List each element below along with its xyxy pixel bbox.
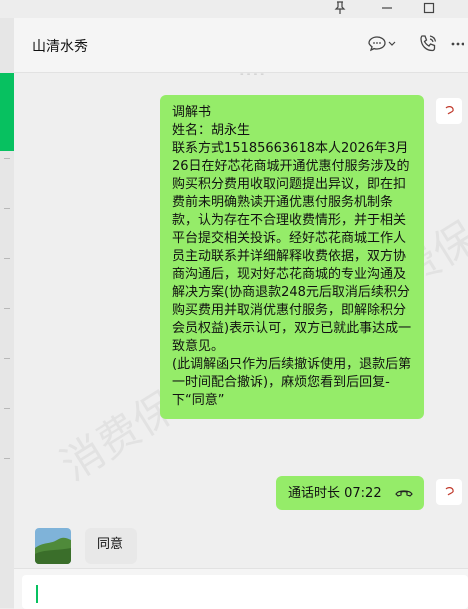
reply-text: 同意 bbox=[97, 537, 124, 552]
call-duration-label: 通话时长 07:22 bbox=[288, 486, 382, 501]
avatar[interactable] bbox=[436, 479, 462, 505]
avatar[interactable] bbox=[436, 98, 462, 124]
divider bbox=[4, 208, 10, 209]
maximize-icon[interactable] bbox=[423, 1, 435, 18]
divider bbox=[4, 258, 10, 259]
document-body: 联系方式15185663618本人2026年3月26日在好芯花商城开通优惠付服务… bbox=[172, 141, 412, 354]
chat-bubble-icon[interactable] bbox=[368, 34, 396, 58]
composer bbox=[14, 568, 468, 609]
more-icon[interactable] bbox=[450, 34, 465, 58]
document-name-line: 姓名：胡永生 bbox=[172, 123, 251, 138]
message-bubble-reply[interactable]: 同意 bbox=[85, 528, 137, 564]
window-titlebar bbox=[0, 0, 468, 18]
text-caret bbox=[36, 585, 38, 603]
minimize-icon[interactable] bbox=[381, 1, 393, 18]
divider bbox=[4, 458, 10, 459]
message-input[interactable] bbox=[22, 575, 468, 609]
conversation-list-edge bbox=[0, 18, 14, 608]
chat-title: 山清水秀 bbox=[32, 39, 88, 55]
message-bubble-document[interactable]: 调解书 姓名：胡永生 联系方式15185663618本人2026年3月26日在好… bbox=[160, 95, 424, 419]
message-list[interactable]: - - - - 消费保 消费保 调解书 姓名：胡永生 联系方式151856636… bbox=[14, 73, 468, 568]
hangup-phone-icon bbox=[394, 486, 414, 504]
phone-icon[interactable] bbox=[418, 34, 438, 58]
message-bubble-call[interactable]: 通话时长 07:22 bbox=[276, 476, 424, 510]
divider bbox=[4, 358, 10, 359]
document-footer: (此调解函只作为后续撤诉使用，退款后第一时间配合撤诉)，麻烦您看到后回复-下“同… bbox=[172, 357, 412, 408]
timestamp-stub: - - - - bbox=[240, 73, 264, 80]
active-conversation-marker bbox=[0, 73, 14, 151]
pin-icon[interactable] bbox=[334, 1, 346, 18]
divider bbox=[4, 408, 10, 409]
divider bbox=[4, 158, 10, 159]
chat-header: 山清水秀 bbox=[14, 18, 468, 73]
divider bbox=[4, 308, 10, 309]
document-title: 调解书 bbox=[172, 105, 212, 120]
contact-avatar[interactable] bbox=[35, 528, 71, 564]
